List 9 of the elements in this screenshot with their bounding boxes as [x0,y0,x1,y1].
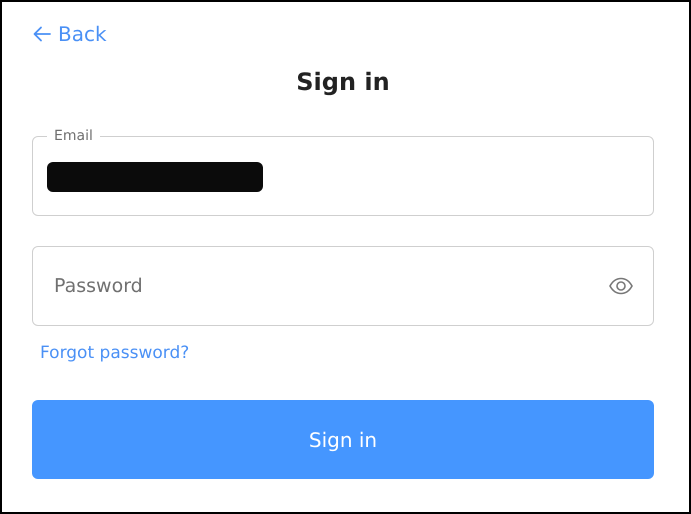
sign-in-button[interactable]: Sign in [32,400,654,479]
back-link[interactable]: Back [32,22,107,46]
forgot-password-link[interactable]: Forgot password? [40,342,190,364]
email-field[interactable]: Email [32,127,654,216]
page-title: Sign in [295,67,391,98]
password-field[interactable]: Password [32,246,654,326]
back-arrow-icon [32,24,52,44]
field-label: Email [53,127,94,145]
eye-icon[interactable] [608,276,634,296]
